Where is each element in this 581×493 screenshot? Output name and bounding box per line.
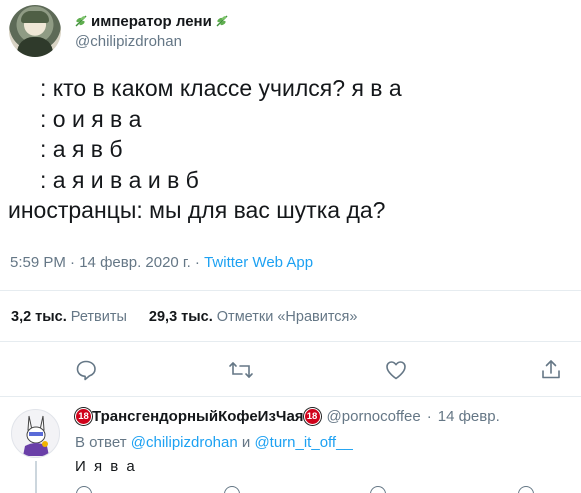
adult-18-badge-icon: 18: [303, 408, 321, 425]
author-avatar[interactable]: [9, 5, 61, 57]
reply-avatar[interactable]: [11, 409, 60, 458]
reply-display-name-group[interactable]: 18 ТрансгендорныйКофеИзЧая 18: [75, 408, 321, 425]
reply-handle[interactable]: @pornocoffee: [327, 408, 421, 425]
reply-tweet[interactable]: 18 ТрансгендорныйКофеИзЧая 18 @pornocoffee…: [0, 397, 581, 493]
tweet-line-text: : а я и в а и в б: [40, 166, 199, 193]
share-button[interactable]: [538, 357, 564, 383]
author-handle[interactable]: @chilipizdrohan: [75, 33, 182, 50]
tweet-text: : кто в каком классе учился? я в а : о и…: [8, 73, 402, 226]
tweet-date[interactable]: 14 февр. 2020 г.: [79, 254, 191, 271]
belarus-flag-icon: [8, 139, 39, 159]
tweet: император лени @chilipizdrohan : кто в к…: [0, 0, 581, 396]
reply-text: И я в а: [75, 458, 137, 475]
reply-separator: ·: [426, 408, 432, 425]
likes-count: 29,3 тыс.: [148, 309, 213, 325]
reply-retweet-button[interactable]: [224, 486, 240, 493]
avatar-cap: [21, 11, 49, 23]
retweets-count: 3,2 тыс.: [11, 309, 67, 325]
tweet-line-russia: : кто в каком классе учился? я в а: [8, 73, 402, 104]
meta-separator: ·: [70, 254, 76, 271]
reply-share-button[interactable]: [518, 486, 534, 493]
russia-flag-icon: [8, 78, 39, 98]
tweet-line-text: иностранцы: мы для вас шутка да?: [8, 197, 386, 223]
avatar-body: [17, 37, 53, 57]
reply-reply-button[interactable]: [76, 486, 92, 493]
tweet-meta: 5:59 PM · 14 февр. 2020 г. · Twitter Web…: [10, 254, 313, 271]
reply-date[interactable]: 14 февр.: [438, 408, 500, 425]
reply-to-user-link[interactable]: @turn_it_off__: [254, 434, 352, 451]
reply-icon: [76, 360, 96, 381]
tweet-line-text: : кто в каком классе учился? я в а: [40, 75, 402, 101]
meta-separator: ·: [194, 254, 200, 271]
reply-to-prefix: В ответ: [75, 434, 127, 451]
rabbit-avatar-icon: [23, 415, 49, 456]
divider: [0, 290, 581, 291]
author-name-row[interactable]: император лени: [74, 11, 229, 31]
tweet-line-text: : а я в б: [40, 136, 123, 162]
tweet-actions: [0, 357, 581, 383]
reply-actions: [0, 486, 581, 493]
tweet-line-kazakhstan: : а я и в а и в б: [8, 165, 402, 196]
tweet-client-link[interactable]: Twitter Web App: [204, 254, 313, 271]
retweet-icon: [229, 362, 253, 378]
tweet-line-text: : о и я в а: [40, 105, 142, 132]
leaf-icon: [216, 15, 228, 27]
tweet-line-belarus: : а я в б: [8, 134, 402, 165]
kazakhstan-flag-icon: [8, 170, 39, 190]
reply-to-user-link[interactable]: @chilipizdrohan: [131, 434, 238, 451]
reply-button[interactable]: [73, 357, 99, 383]
likes-label: Отметки «Нравится»: [216, 309, 358, 325]
like-button[interactable]: [383, 357, 409, 383]
retweets-label: Ретвиты: [70, 309, 127, 325]
reply-like-button[interactable]: [370, 486, 386, 493]
heart-icon: [386, 361, 406, 380]
reply-context: В ответ @chilipizdrohan и @turn_it_off__: [75, 434, 353, 451]
reply-display-name: ТрансгендорныйКофеИзЧая: [92, 408, 304, 425]
tweet-stats: 3,2 тыс. Ретвиты 29,3 тыс. Отметки «Нрав…: [11, 309, 357, 325]
tweet-line-foreigners: иностранцы: мы для вас шутка да?: [8, 195, 402, 226]
author-display-name[interactable]: император лени: [91, 13, 212, 30]
tweet-line-ukraine: : о и я в а: [8, 104, 402, 135]
share-icon: [542, 360, 560, 379]
ukraine-flag-icon: [8, 109, 39, 129]
tweet-time[interactable]: 5:59 PM: [10, 254, 66, 271]
adult-18-badge-icon: 18: [75, 408, 92, 425]
likes-stat[interactable]: 29,3 тыс. Отметки «Нравится»: [149, 309, 358, 325]
leaf-icon: [75, 15, 87, 27]
retweets-stat[interactable]: 3,2 тыс. Ретвиты: [11, 309, 127, 325]
retweet-button[interactable]: [228, 357, 254, 383]
reply-to-and: и: [241, 434, 251, 451]
reply-name-row: 18 ТрансгендорныйКофеИзЧая 18 @pornocoffee…: [75, 408, 500, 425]
divider: [0, 341, 581, 342]
